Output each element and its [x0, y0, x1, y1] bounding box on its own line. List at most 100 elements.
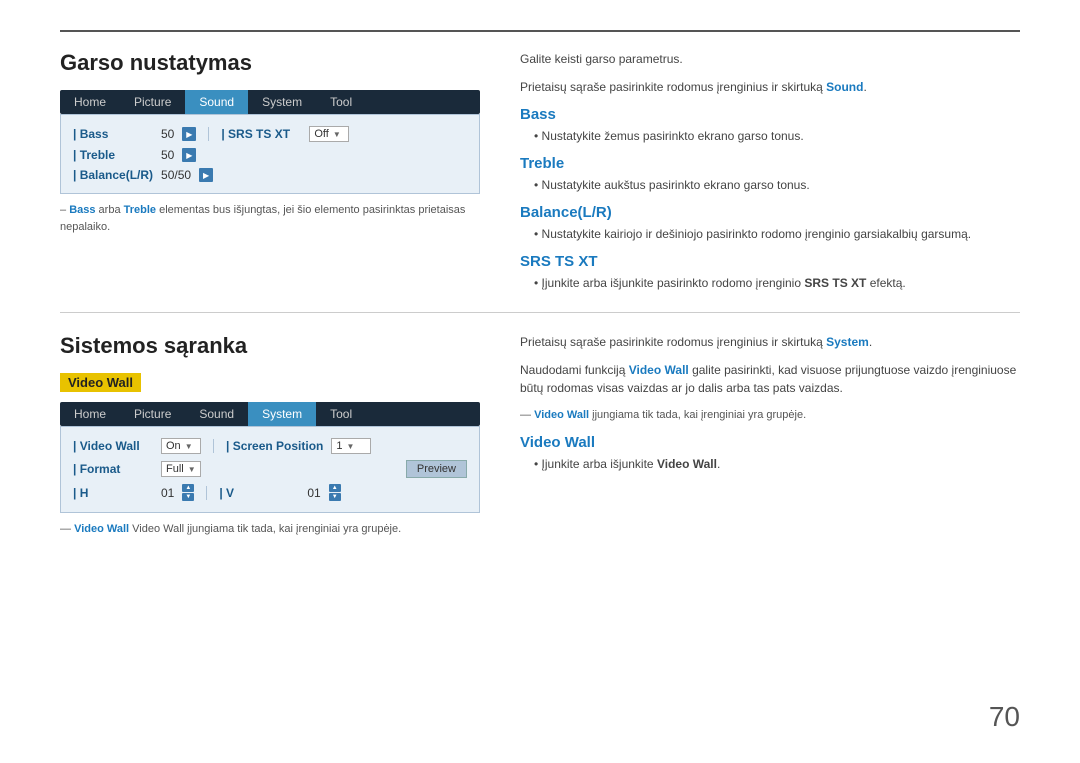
section1-row: Garso nustatymas Home Picture Sound Syst…	[60, 50, 1020, 292]
menu-tab-picture[interactable]: Picture	[120, 90, 185, 114]
vw-on-value: On	[166, 440, 181, 452]
divider1	[208, 127, 209, 141]
menu-tab-sound[interactable]: Sound	[185, 90, 248, 114]
section1-menu-bar: Home Picture Sound System Tool	[60, 90, 480, 114]
divider3	[206, 486, 207, 500]
preview-button[interactable]: Preview	[406, 460, 467, 478]
settings-row-balance: | Balance(L/R) 50/50 ▶	[73, 165, 467, 185]
format-value: Full	[166, 463, 184, 475]
note-vw-text: Video Wall įjungiama tik tada, kai įreng…	[132, 523, 401, 535]
right2-intro1-prefix: Prietaisų sąraše pasirinkite rodomus įre…	[520, 335, 826, 349]
right2-intro1-link: System	[826, 335, 869, 349]
srs-body-link: SRS TS XT	[804, 276, 866, 290]
h-up[interactable]: ▲	[182, 484, 194, 492]
right2-note: — Video Wall įjungiama tik tada, kai įre…	[520, 407, 1020, 424]
srs-arrow-icon: ▼	[333, 130, 341, 139]
sub-balance-body: Nustatykite kairiojo ir dešiniojo pasiri…	[520, 225, 1020, 243]
settings-row-bass: | Bass 50 ▶ | SRS TS XT Off ▼	[73, 123, 467, 145]
s2-menu-tab-tool[interactable]: Tool	[316, 402, 366, 426]
note-treble: Treble	[124, 204, 156, 216]
right1-intro2-prefix: Prietaisų sąraše pasirinkite rodomus įre…	[520, 80, 826, 94]
sub-srs-body: Įjunkite arba išjunkite pasirinkto rodom…	[520, 274, 1020, 292]
right1-intro2-suffix: .	[863, 80, 866, 94]
h-spinner[interactable]: ▲ ▼	[182, 484, 194, 501]
section1-settings-table: | Bass 50 ▶ | SRS TS XT Off ▼ | Treble 5…	[60, 114, 480, 194]
right2-intro2: Naudodami funkciją Video Wall galite pas…	[520, 361, 1020, 397]
screenpos-arrow-icon: ▼	[347, 442, 355, 451]
v-label: | V	[219, 486, 299, 500]
bass-value: 50	[161, 127, 174, 141]
treble-value: 50	[161, 148, 174, 162]
sub-bass-heading: Bass	[520, 106, 1020, 123]
vw-body-suffix: .	[717, 457, 720, 471]
srs-dropdown[interactable]: Off ▼	[309, 126, 349, 142]
menu-tab-home[interactable]: Home	[60, 90, 120, 114]
section2-menu-bar: Home Picture Sound System Tool	[60, 402, 480, 426]
treble-arrow[interactable]: ▶	[182, 148, 196, 162]
bass-label: | Bass	[73, 127, 153, 141]
section2-note: — Video Wall Video Wall įjungiama tik ta…	[60, 521, 480, 538]
section2-row: Sistemos sąranka Video Wall Home Picture…	[60, 333, 1020, 538]
h-down[interactable]: ▼	[182, 493, 194, 501]
format-label: | Format	[73, 462, 153, 476]
s2-menu-tab-system[interactable]: System	[248, 402, 316, 426]
h-value: 01	[161, 486, 174, 500]
settings-row-treble: | Treble 50 ▶	[73, 145, 467, 165]
settings-row-format: | Format Full ▼ Preview	[73, 457, 467, 481]
screenpos-dropdown[interactable]: 1 ▼	[331, 438, 371, 454]
right1-intro2: Prietaisų sąraše pasirinkite rodomus įre…	[520, 78, 1020, 96]
treble-label: | Treble	[73, 148, 153, 162]
srs-label: | SRS TS XT	[221, 127, 301, 141]
srs-body-suffix: efektą.	[866, 276, 905, 290]
balance-arrow[interactable]: ▶	[199, 168, 213, 182]
v-down[interactable]: ▼	[329, 493, 341, 501]
section2-settings-table: | Video Wall On ▼ | Screen Position 1 ▼ …	[60, 426, 480, 513]
vw-body-link: Video Wall	[657, 457, 717, 471]
balance-value: 50/50	[161, 168, 191, 182]
srs-value: Off	[314, 128, 328, 140]
page-number: 70	[989, 701, 1020, 733]
s2-menu-tab-sound[interactable]: Sound	[185, 402, 248, 426]
balance-label: | Balance(L/R)	[73, 168, 153, 182]
vw-body-prefix: Įjunkite arba išjunkite	[542, 457, 657, 471]
vw-label: | Video Wall	[73, 439, 153, 453]
vw-on-arrow-icon: ▼	[185, 442, 193, 451]
s2-menu-tab-picture[interactable]: Picture	[120, 402, 185, 426]
right1-intro1: Galite keisti garso parametrus.	[520, 50, 1020, 68]
right2-intro1-suffix: .	[869, 335, 872, 349]
right2-note-prefix: —	[520, 409, 534, 421]
v-up[interactable]: ▲	[329, 484, 341, 492]
sub-vw-body: Įjunkite arba išjunkite Video Wall.	[520, 455, 1020, 473]
v-value: 01	[307, 486, 320, 500]
screenpos-label: | Screen Position	[226, 439, 323, 453]
settings-row-hv: | H 01 ▲ ▼ | V 01 ▲ ▼	[73, 481, 467, 504]
menu-tab-tool[interactable]: Tool	[316, 90, 366, 114]
divider2	[213, 439, 214, 453]
screenpos-value: 1	[336, 440, 342, 452]
section1-right: Galite keisti garso parametrus. Prietais…	[520, 50, 1020, 292]
format-arrow-icon: ▼	[188, 465, 196, 474]
right2-intro1: Prietaisų sąraše pasirinkite rodomus įre…	[520, 333, 1020, 351]
right2-note-suffix: įjungiama tik tada, kai įrenginiai yra g…	[589, 409, 806, 421]
section2-left: Sistemos sąranka Video Wall Home Picture…	[60, 333, 480, 538]
sub-vw-heading: Video Wall	[520, 434, 1020, 451]
h-label: | H	[73, 486, 153, 500]
sub-treble-heading: Treble	[520, 155, 1020, 172]
s2-menu-tab-home[interactable]: Home	[60, 402, 120, 426]
section2-title: Sistemos sąranka	[60, 333, 480, 359]
vw-on-dropdown[interactable]: On ▼	[161, 438, 201, 454]
srs-body-prefix: Įjunkite arba išjunkite pasirinkto rodom…	[542, 276, 805, 290]
right2-intro2-prefix: Naudodami funkciją	[520, 363, 629, 377]
right1-intro2-link: Sound	[826, 80, 863, 94]
sub-treble-body: Nustatykite aukštus pasirinkto ekrano ga…	[520, 176, 1020, 194]
note-bass: Bass	[69, 204, 95, 216]
format-dropdown[interactable]: Full ▼	[161, 461, 201, 477]
sub-balance-heading: Balance(L/R)	[520, 204, 1020, 221]
section-separator	[60, 312, 1020, 313]
v-spinner[interactable]: ▲ ▼	[329, 484, 341, 501]
bass-arrow[interactable]: ▶	[182, 127, 196, 141]
menu-tab-system[interactable]: System	[248, 90, 316, 114]
section1-note: – Bass arba Treble elementas bus išjungt…	[60, 202, 480, 235]
page-container: Garso nustatymas Home Picture Sound Syst…	[0, 0, 1080, 763]
sub-bass-body: Nustatykite žemus pasirinkto ekrano gars…	[520, 127, 1020, 145]
